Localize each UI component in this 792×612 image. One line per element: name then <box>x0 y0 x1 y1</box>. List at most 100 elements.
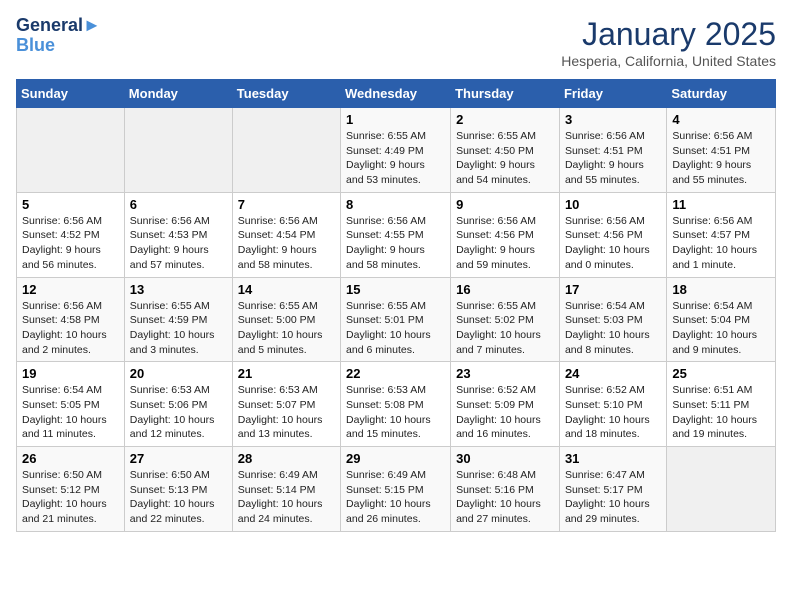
calendar-cell <box>17 108 125 193</box>
calendar-cell <box>232 108 340 193</box>
calendar-cell: 29Sunrise: 6:49 AMSunset: 5:15 PMDayligh… <box>341 447 451 532</box>
calendar-cell: 30 Sunrise: 6:48 AMSunset: 5:16 PMDayligh… <box>451 447 560 532</box>
calendar-cell: 23 Sunrise: 6:52 AMSunset: 5:09 PMDayligh… <box>451 362 560 447</box>
day-info: Sunrise: 6:56 AMSunset: 4:52 PMDaylight:… <box>22 214 119 273</box>
calendar-week-row: 26 Sunrise: 6:50 AMSunset: 5:12 PMDayligh… <box>17 447 776 532</box>
calendar-cell: 11 Sunrise: 6:56 AMSunset: 4:57 PMDayligh… <box>667 192 776 277</box>
calendar-cell: 12 Sunrise: 6:56 AMSunset: 4:58 PMDayligh… <box>17 277 125 362</box>
weekday-header-tuesday: Tuesday <box>232 80 340 108</box>
day-info: Sunrise: 6:55 AMSunset: 5:01 PMDaylight:… <box>346 299 445 358</box>
day-number: 28 <box>238 451 335 466</box>
day-info: Sunrise: 6:56 AMSunset: 4:51 PMDaylight:… <box>565 129 661 188</box>
calendar-cell: 19 Sunrise: 6:54 AMSunset: 5:05 PMDayligh… <box>17 362 125 447</box>
day-info: Sunrise: 6:48 AMSunset: 5:16 PMDaylight:… <box>456 468 554 527</box>
calendar-cell: 21Sunrise: 6:53 AMSunset: 5:07 PMDayligh… <box>232 362 340 447</box>
calendar-cell: 22Sunrise: 6:53 AMSunset: 5:08 PMDayligh… <box>341 362 451 447</box>
day-info: Sunrise: 6:55 AMSunset: 5:00 PMDaylight:… <box>238 299 335 358</box>
day-number: 26 <box>22 451 119 466</box>
calendar-cell: 16 Sunrise: 6:55 AMSunset: 5:02 PMDayligh… <box>451 277 560 362</box>
day-info: Sunrise: 6:56 AMSunset: 4:58 PMDaylight:… <box>22 299 119 358</box>
day-number: 30 <box>456 451 554 466</box>
day-info: Sunrise: 6:50 AMSunset: 5:12 PMDaylight:… <box>22 468 119 527</box>
day-info: Sunrise: 6:56 AMSunset: 4:57 PMDaylight:… <box>672 214 770 273</box>
day-number: 6 <box>130 197 227 212</box>
day-info: Sunrise: 6:56 AMSunset: 4:56 PMDaylight:… <box>565 214 661 273</box>
calendar-cell: 3 Sunrise: 6:56 AMSunset: 4:51 PMDaylight… <box>559 108 666 193</box>
calendar-cell <box>667 447 776 532</box>
weekday-header-saturday: Saturday <box>667 80 776 108</box>
day-number: 29 <box>346 451 445 466</box>
calendar-cell: 26 Sunrise: 6:50 AMSunset: 5:12 PMDayligh… <box>17 447 125 532</box>
page-header: General► Blue January 2025 Hesperia, Cal… <box>16 16 776 69</box>
location: Hesperia, California, United States <box>561 53 776 69</box>
day-number: 5 <box>22 197 119 212</box>
calendar-week-row: 1 Sunrise: 6:55 AMSunset: 4:49 PMDaylight… <box>17 108 776 193</box>
calendar-cell: 10Sunrise: 6:56 AMSunset: 4:56 PMDayligh… <box>559 192 666 277</box>
calendar-cell: 17Sunrise: 6:54 AMSunset: 5:03 PMDayligh… <box>559 277 666 362</box>
day-number: 1 <box>346 112 445 127</box>
day-number: 2 <box>456 112 554 127</box>
day-number: 19 <box>22 366 119 381</box>
day-info: Sunrise: 6:55 AMSunset: 4:50 PMDaylight:… <box>456 129 554 188</box>
day-info: Sunrise: 6:54 AMSunset: 5:04 PMDaylight:… <box>672 299 770 358</box>
weekday-header-monday: Monday <box>124 80 232 108</box>
logo: General► Blue <box>16 16 101 56</box>
title-block: January 2025 Hesperia, California, Unite… <box>561 16 776 69</box>
calendar-cell: 6Sunrise: 6:56 AMSunset: 4:53 PMDaylight… <box>124 192 232 277</box>
day-info: Sunrise: 6:56 AMSunset: 4:54 PMDaylight:… <box>238 214 335 273</box>
day-number: 14 <box>238 282 335 297</box>
day-number: 18 <box>672 282 770 297</box>
calendar-cell: 25Sunrise: 6:51 AMSunset: 5:11 PMDayligh… <box>667 362 776 447</box>
calendar-cell: 1 Sunrise: 6:55 AMSunset: 4:49 PMDaylight… <box>341 108 451 193</box>
calendar-cell: 27 Sunrise: 6:50 AMSunset: 5:13 PMDayligh… <box>124 447 232 532</box>
day-info: Sunrise: 6:52 AMSunset: 5:10 PMDaylight:… <box>565 383 661 442</box>
day-number: 25 <box>672 366 770 381</box>
calendar-cell: 28 Sunrise: 6:49 AMSunset: 5:14 PMDayligh… <box>232 447 340 532</box>
calendar-cell: 14 Sunrise: 6:55 AMSunset: 5:00 PMDayligh… <box>232 277 340 362</box>
day-number: 16 <box>456 282 554 297</box>
day-number: 21 <box>238 366 335 381</box>
calendar-cell: 24 Sunrise: 6:52 AMSunset: 5:10 PMDayligh… <box>559 362 666 447</box>
calendar-cell: 4 Sunrise: 6:56 AMSunset: 4:51 PMDaylight… <box>667 108 776 193</box>
day-number: 12 <box>22 282 119 297</box>
day-info: Sunrise: 6:56 AMSunset: 4:56 PMDaylight:… <box>456 214 554 273</box>
calendar-cell: 31 Sunrise: 6:47 AMSunset: 5:17 PMDayligh… <box>559 447 666 532</box>
calendar-week-row: 5 Sunrise: 6:56 AMSunset: 4:52 PMDaylight… <box>17 192 776 277</box>
day-info: Sunrise: 6:47 AMSunset: 5:17 PMDaylight:… <box>565 468 661 527</box>
calendar-cell: 18 Sunrise: 6:54 AMSunset: 5:04 PMDayligh… <box>667 277 776 362</box>
calendar-cell <box>124 108 232 193</box>
day-number: 8 <box>346 197 445 212</box>
calendar-week-row: 12 Sunrise: 6:56 AMSunset: 4:58 PMDayligh… <box>17 277 776 362</box>
day-number: 15 <box>346 282 445 297</box>
calendar-cell: 9Sunrise: 6:56 AMSunset: 4:56 PMDaylight… <box>451 192 560 277</box>
day-number: 22 <box>346 366 445 381</box>
calendar-cell: 20Sunrise: 6:53 AMSunset: 5:06 PMDayligh… <box>124 362 232 447</box>
day-number: 3 <box>565 112 661 127</box>
day-info: Sunrise: 6:53 AMSunset: 5:06 PMDaylight:… <box>130 383 227 442</box>
day-info: Sunrise: 6:55 AMSunset: 5:02 PMDaylight:… <box>456 299 554 358</box>
weekday-header-wednesday: Wednesday <box>341 80 451 108</box>
day-number: 27 <box>130 451 227 466</box>
day-info: Sunrise: 6:56 AMSunset: 4:55 PMDaylight:… <box>346 214 445 273</box>
calendar-cell: 5 Sunrise: 6:56 AMSunset: 4:52 PMDaylight… <box>17 192 125 277</box>
day-info: Sunrise: 6:56 AMSunset: 4:51 PMDaylight:… <box>672 129 770 188</box>
day-info: Sunrise: 6:52 AMSunset: 5:09 PMDaylight:… <box>456 383 554 442</box>
day-number: 11 <box>672 197 770 212</box>
day-info: Sunrise: 6:49 AMSunset: 5:14 PMDaylight:… <box>238 468 335 527</box>
day-number: 13 <box>130 282 227 297</box>
calendar-cell: 2 Sunrise: 6:55 AMSunset: 4:50 PMDaylight… <box>451 108 560 193</box>
day-number: 23 <box>456 366 554 381</box>
calendar-header-row: SundayMondayTuesdayWednesdayThursdayFrid… <box>17 80 776 108</box>
logo-text-blue: Blue <box>16 36 101 56</box>
day-info: Sunrise: 6:54 AMSunset: 5:03 PMDaylight:… <box>565 299 661 358</box>
calendar-table: SundayMondayTuesdayWednesdayThursdayFrid… <box>16 79 776 532</box>
calendar-cell: 13Sunrise: 6:55 AMSunset: 4:59 PMDayligh… <box>124 277 232 362</box>
calendar-week-row: 19 Sunrise: 6:54 AMSunset: 5:05 PMDayligh… <box>17 362 776 447</box>
day-info: Sunrise: 6:50 AMSunset: 5:13 PMDaylight:… <box>130 468 227 527</box>
day-number: 4 <box>672 112 770 127</box>
day-number: 24 <box>565 366 661 381</box>
day-info: Sunrise: 6:54 AMSunset: 5:05 PMDaylight:… <box>22 383 119 442</box>
day-info: Sunrise: 6:55 AMSunset: 4:49 PMDaylight:… <box>346 129 445 188</box>
calendar-cell: 8 Sunrise: 6:56 AMSunset: 4:55 PMDaylight… <box>341 192 451 277</box>
day-number: 31 <box>565 451 661 466</box>
